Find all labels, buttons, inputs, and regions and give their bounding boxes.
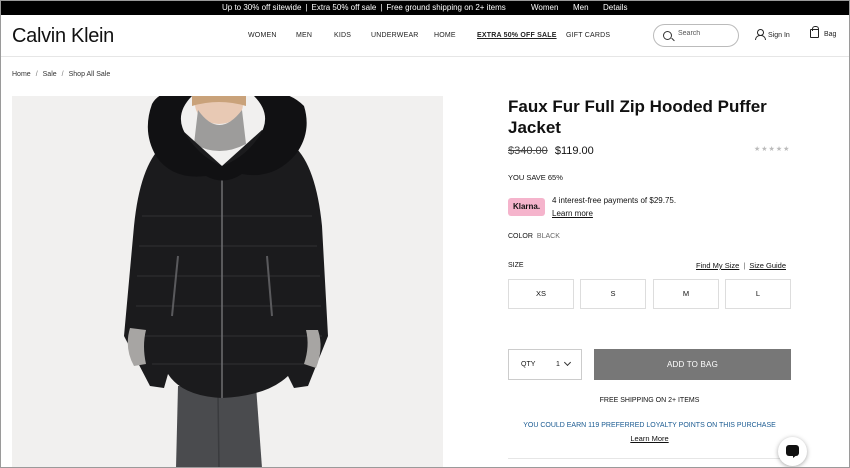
product-image[interactable]: [12, 96, 443, 468]
nav-underwear[interactable]: UNDERWEAR: [371, 32, 419, 39]
size-option-s[interactable]: S: [580, 279, 646, 309]
bag-label: Bag: [824, 31, 837, 38]
klarna-learn-more-link[interactable]: Learn more: [552, 209, 593, 218]
breadcrumb-shop-all-sale[interactable]: Shop All Sale: [69, 71, 111, 78]
sign-in-link[interactable]: Sign In: [755, 29, 790, 40]
breadcrumb: Home / Sale / Shop All Sale: [12, 71, 110, 78]
jacket-photo: [12, 96, 443, 468]
klarna-logo: Klarna.: [508, 198, 545, 216]
search-input[interactable]: [678, 30, 733, 37]
you-save-text: YOU SAVE 65%: [508, 173, 563, 182]
size-option-l[interactable]: L: [725, 279, 791, 309]
chevron-down-icon[interactable]: [563, 358, 572, 367]
site-header: Calvin Klein WOMEN MEN KIDS UNDERWEAR HO…: [0, 15, 850, 57]
divider: [508, 458, 791, 459]
loyalty-learn-more-link[interactable]: Learn More: [630, 434, 668, 443]
quantity-selector[interactable]: QTY 1: [508, 349, 582, 380]
chat-icon: [786, 445, 799, 458]
promo-message: Up to 30% off sitewide: [222, 3, 302, 12]
size-label: SIZE: [508, 262, 524, 269]
chat-button[interactable]: [778, 437, 807, 466]
free-shipping-text: FREE SHIPPING ON 2+ ITEMS: [599, 397, 700, 404]
color-label: COLOR: [508, 233, 533, 240]
search-icon[interactable]: [663, 31, 672, 40]
rating-stars[interactable]: ★★★★★: [754, 145, 790, 153]
promo-bar: Up to 30% off sitewide | Extra 50% off sal…: [0, 0, 850, 15]
nav-extra-sale[interactable]: EXTRA 50% OFF SALE: [477, 32, 557, 39]
promo-link-women[interactable]: Women: [531, 3, 558, 12]
breadcrumb-separator: /: [35, 71, 38, 78]
promo-message: Free ground shipping on 2+ items: [386, 3, 506, 12]
original-price: $340.00: [508, 145, 548, 157]
promo-link-details[interactable]: Details: [603, 3, 627, 12]
promo-separator: |: [380, 3, 383, 12]
search-box[interactable]: [653, 24, 739, 47]
find-my-size-link[interactable]: Find My Size: [696, 261, 739, 270]
person-icon: [755, 29, 766, 40]
loyalty-points-text: YOU COULD EARN 119 PREFERRED LOYALTY POI…: [523, 422, 776, 429]
size-option-xs[interactable]: XS: [508, 279, 574, 309]
klarna-payments-text: 4 interest-free payments of $29.75.: [552, 196, 677, 205]
add-to-bag-button[interactable]: ADD TO BAG: [594, 349, 791, 380]
promo-separator: |: [305, 3, 308, 12]
bag-icon: [810, 26, 819, 38]
brand-logo[interactable]: Calvin Klein: [12, 25, 114, 48]
loyalty-learn-more: Learn More: [508, 434, 791, 443]
breadcrumb-home[interactable]: Home: [12, 71, 31, 78]
breadcrumb-sale[interactable]: Sale: [43, 71, 57, 78]
bag-link[interactable]: Bag: [810, 26, 837, 38]
promo-link-men[interactable]: Men: [573, 3, 589, 12]
qty-value: 1: [556, 361, 560, 368]
nav-men[interactable]: MEN: [296, 32, 312, 39]
nav-home[interactable]: HOME: [434, 32, 456, 39]
size-links-divider: |: [743, 261, 746, 270]
price-block: $340.00 $119.00: [508, 145, 594, 157]
nav-kids[interactable]: KIDS: [334, 32, 351, 39]
size-links: Find My Size | Size Guide: [696, 261, 786, 270]
color-row: COLOR BLACK: [508, 233, 560, 240]
color-value: BLACK: [536, 233, 560, 240]
nav-women[interactable]: WOMEN: [248, 32, 277, 39]
promo-messages: Up to 30% off sitewide | Extra 50% off sal…: [222, 3, 506, 12]
nav-gift-cards[interactable]: GIFT CARDS: [566, 32, 610, 39]
breadcrumb-separator: /: [61, 71, 64, 78]
product-title: Faux Fur Full Zip Hooded Puffer Jacket: [508, 97, 767, 137]
sale-price: $119.00: [554, 145, 594, 157]
promo-message: Extra 50% off sale: [311, 3, 377, 12]
sign-in-label: Sign In: [768, 32, 790, 39]
qty-label: QTY: [521, 361, 536, 368]
size-option-m[interactable]: M: [653, 279, 719, 309]
size-guide-link[interactable]: Size Guide: [749, 261, 786, 270]
